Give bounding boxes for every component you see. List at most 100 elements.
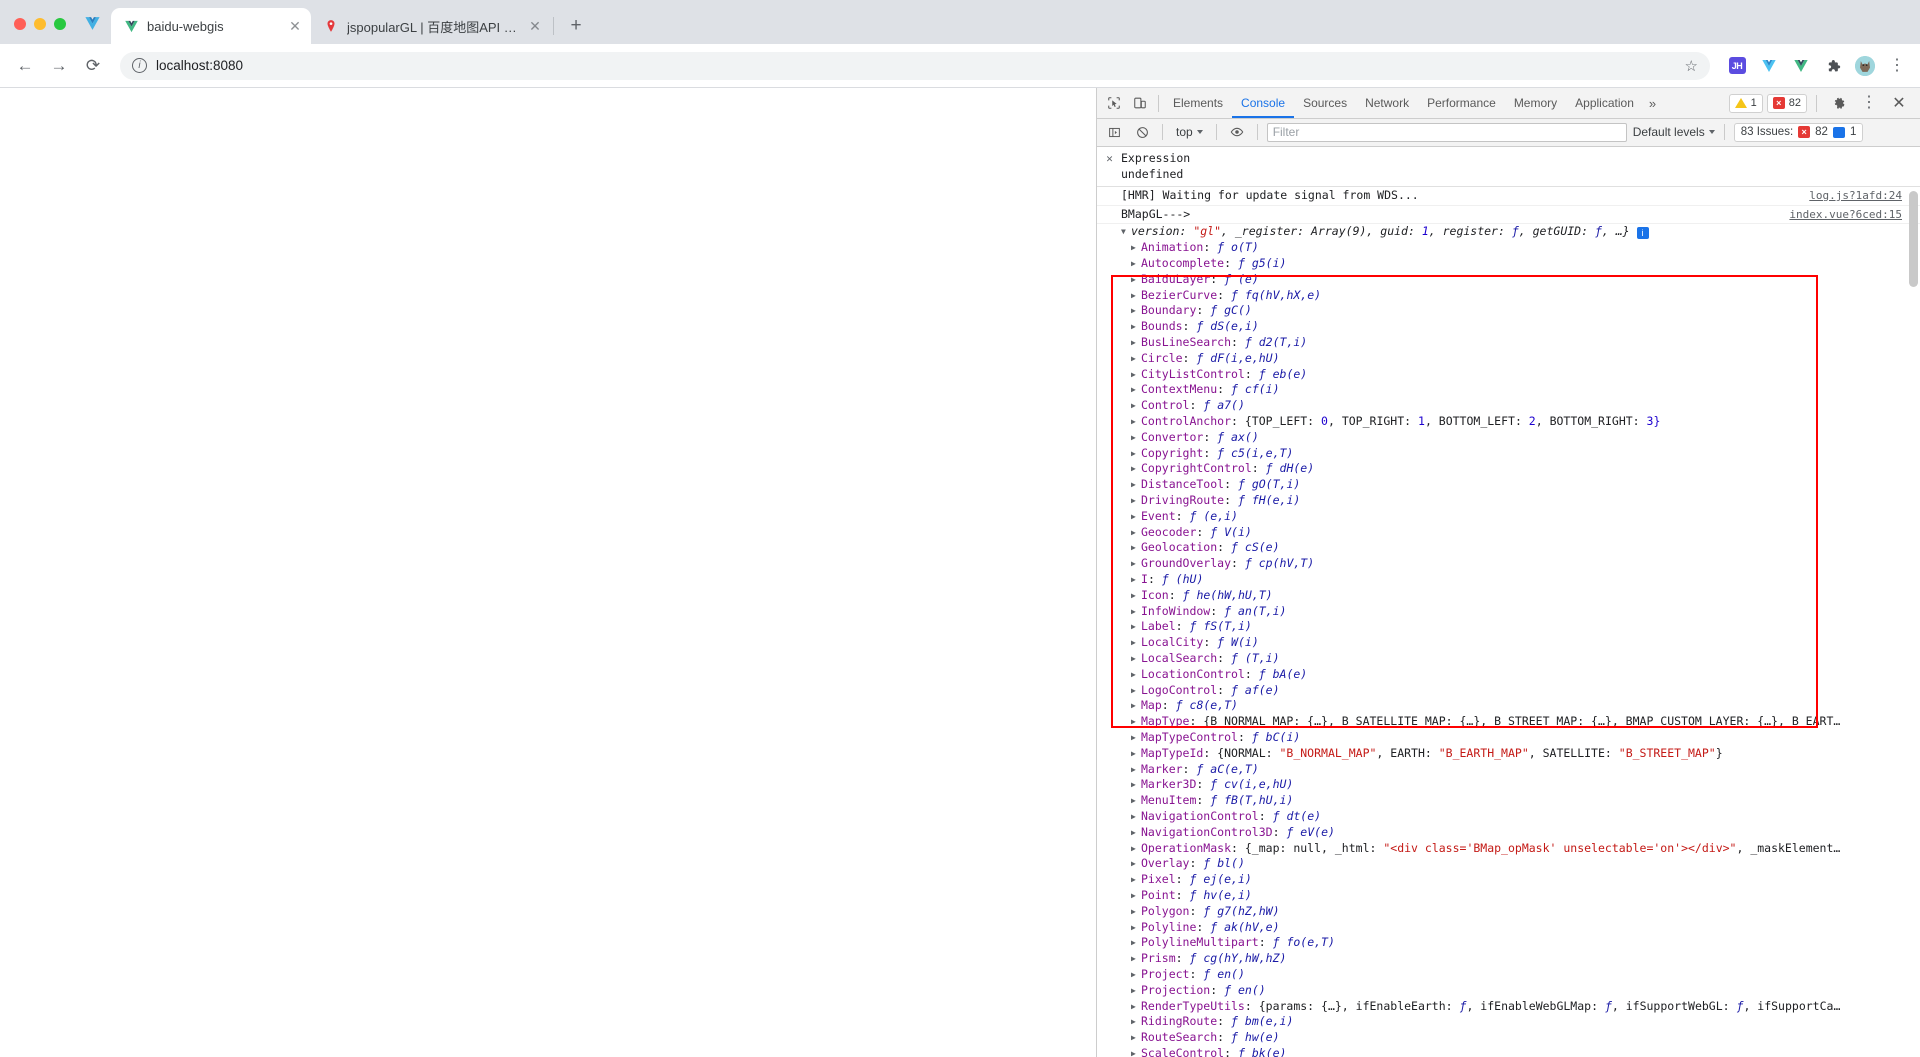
triangle-right-icon[interactable]: ▶: [1131, 793, 1141, 809]
filter-input[interactable]: Filter: [1266, 122, 1627, 142]
bookmark-star-icon[interactable]: ☆: [1685, 57, 1698, 75]
object-property-row[interactable]: ▶ LocationControl: ƒ bA(e): [1105, 667, 1920, 683]
browser-menu-button[interactable]: ⋮: [1884, 53, 1910, 79]
devtools-menu-icon[interactable]: ⋮: [1856, 90, 1882, 116]
tab-network[interactable]: Network: [1356, 88, 1418, 118]
object-property-row[interactable]: ▶ GroundOverlay: ƒ cp(hV,T): [1105, 556, 1920, 572]
gear-icon[interactable]: [1826, 90, 1852, 116]
object-property-row[interactable]: ▶ ScaleControl: ƒ bk(e): [1105, 1046, 1920, 1057]
triangle-right-icon[interactable]: ▶: [1131, 935, 1141, 951]
object-property-row[interactable]: ▶ Copyright: ƒ c5(i,e,T): [1105, 446, 1920, 462]
expanded-object-tree[interactable]: ▼ version: "gl", _register: Array(9), gui…: [1097, 224, 1920, 1057]
triangle-right-icon[interactable]: ▶: [1131, 999, 1141, 1015]
object-property-row[interactable]: ▶ LocalSearch: ƒ (T,i): [1105, 651, 1920, 667]
object-property-row[interactable]: ▶ LocalCity: ƒ W(i): [1105, 635, 1920, 651]
execution-context-selector[interactable]: top: [1172, 125, 1207, 139]
triangle-right-icon[interactable]: ▶: [1131, 477, 1141, 493]
object-property-row[interactable]: ▶ Point: ƒ hv(e,i): [1105, 888, 1920, 904]
site-info-icon[interactable]: i: [132, 58, 147, 73]
object-property-row[interactable]: ▶ LogoControl: ƒ af(e): [1105, 683, 1920, 699]
triangle-right-icon[interactable]: ▶: [1131, 635, 1141, 651]
triangle-right-icon[interactable]: ▶: [1131, 667, 1141, 683]
triangle-right-icon[interactable]: ▶: [1131, 288, 1141, 304]
forward-button[interactable]: →: [44, 51, 74, 81]
object-property-row[interactable]: ▶ Project: ƒ en(): [1105, 967, 1920, 983]
triangle-right-icon[interactable]: ▶: [1131, 683, 1141, 699]
tab-performance[interactable]: Performance: [1418, 88, 1505, 118]
object-property-row[interactable]: ▶ NavigationControl3D: ƒ eV(e): [1105, 825, 1920, 841]
tab-close-icon[interactable]: ✕: [527, 18, 543, 34]
object-property-row[interactable]: ▶ Polygon: ƒ g7(hZ,hW): [1105, 904, 1920, 920]
object-property-row[interactable]: ▶ Autocomplete: ƒ g5(i): [1105, 256, 1920, 272]
triangle-right-icon[interactable]: ▶: [1131, 967, 1141, 983]
triangle-right-icon[interactable]: ▶: [1131, 746, 1141, 762]
object-property-row[interactable]: ▶ NavigationControl: ƒ dt(e): [1105, 809, 1920, 825]
object-property-row[interactable]: ▶ Map: ƒ c8(e,T): [1105, 698, 1920, 714]
triangle-right-icon[interactable]: ▶: [1131, 398, 1141, 414]
object-property-row[interactable]: ▶ PolylineMultipart: ƒ fo(e,T): [1105, 935, 1920, 951]
puzzle-extensions-icon[interactable]: [1820, 53, 1846, 79]
triangle-right-icon[interactable]: ▶: [1131, 1046, 1141, 1057]
triangle-right-icon[interactable]: ▶: [1131, 446, 1141, 462]
object-header-row[interactable]: ▼ version: "gl", _register: Array(9), gui…: [1105, 224, 1920, 240]
object-property-row[interactable]: ▶ MapType: {B_NORMAL_MAP: {…}, B_SATELLIT…: [1105, 714, 1920, 730]
object-property-row[interactable]: ▶ RenderTypeUtils: {params: {…}, ifEnable…: [1105, 999, 1920, 1015]
maximize-window-button[interactable]: [54, 18, 66, 30]
object-property-row[interactable]: ▶ Overlay: ƒ bl(): [1105, 856, 1920, 872]
back-button[interactable]: ←: [10, 51, 40, 81]
object-property-row[interactable]: ▶ CityListControl: ƒ eb(e): [1105, 367, 1920, 383]
triangle-right-icon[interactable]: ▶: [1131, 951, 1141, 967]
minimize-window-button[interactable]: [34, 18, 46, 30]
triangle-right-icon[interactable]: ▶: [1131, 904, 1141, 920]
console-sidebar-toggle-icon[interactable]: [1103, 121, 1125, 143]
triangle-right-icon[interactable]: ▶: [1131, 540, 1141, 556]
triangle-right-icon[interactable]: ▶: [1131, 461, 1141, 477]
console-output[interactable]: [HMR] Waiting for update signal from WDS…: [1097, 186, 1920, 1057]
object-property-row[interactable]: ▶ Polyline: ƒ ak(hV,e): [1105, 920, 1920, 936]
object-property-row[interactable]: ▶ Geocoder: ƒ V(i): [1105, 525, 1920, 541]
object-property-row[interactable]: ▶ Event: ƒ (e,i): [1105, 509, 1920, 525]
object-property-row[interactable]: ▶ BaiduLayer: ƒ (e): [1105, 272, 1920, 288]
issues-badge[interactable]: 83 Issues: × 82 1: [1733, 122, 1864, 142]
object-property-row[interactable]: ▶ Label: ƒ fS(T,i): [1105, 619, 1920, 635]
inspect-element-icon[interactable]: [1101, 90, 1127, 116]
triangle-right-icon[interactable]: ▶: [1131, 651, 1141, 667]
object-property-row[interactable]: ▶ Projection: ƒ en(): [1105, 983, 1920, 999]
triangle-right-icon[interactable]: ▶: [1131, 841, 1141, 857]
jh-extension-icon[interactable]: JH: [1724, 53, 1750, 79]
toggle-device-toolbar-icon[interactable]: [1127, 90, 1153, 116]
console-scrollbar[interactable]: [1909, 190, 1918, 287]
warning-count-badge[interactable]: 1: [1728, 93, 1763, 113]
object-property-row[interactable]: ▶ Marker3D: ƒ cv(i,e,hU): [1105, 777, 1920, 793]
triangle-right-icon[interactable]: ▶: [1131, 509, 1141, 525]
object-property-row[interactable]: ▶ BusLineSearch: ƒ d2(T,i): [1105, 335, 1920, 351]
live-expression-row[interactable]: ✕ Expression: [1097, 150, 1920, 167]
triangle-right-icon[interactable]: ▶: [1131, 762, 1141, 778]
object-property-row[interactable]: ▶ Boundary: ƒ gC(): [1105, 303, 1920, 319]
triangle-right-icon[interactable]: ▶: [1131, 572, 1141, 588]
object-property-row[interactable]: ▶ Pixel: ƒ ej(e,i): [1105, 872, 1920, 888]
address-bar[interactable]: i localhost:8080 ☆: [120, 51, 1710, 80]
tab-sources[interactable]: Sources: [1294, 88, 1356, 118]
tab-memory[interactable]: Memory: [1505, 88, 1566, 118]
triangle-right-icon[interactable]: ▶: [1131, 240, 1141, 256]
triangle-right-icon[interactable]: ▶: [1131, 556, 1141, 572]
log-levels-selector[interactable]: Default levels: [1633, 125, 1715, 139]
triangle-right-icon[interactable]: ▶: [1131, 888, 1141, 904]
window-controls[interactable]: [10, 18, 78, 44]
triangle-right-icon[interactable]: ▶: [1131, 319, 1141, 335]
triangle-right-icon[interactable]: ▶: [1131, 714, 1141, 730]
live-expression-icon[interactable]: [1226, 121, 1248, 143]
info-badge-icon[interactable]: i: [1636, 227, 1649, 240]
triangle-right-icon[interactable]: ▶: [1131, 493, 1141, 509]
triangle-right-icon[interactable]: ▶: [1131, 272, 1141, 288]
object-property-row[interactable]: ▶ ControlAnchor: {TOP_LEFT: 0, TOP_RIGHT:…: [1105, 414, 1920, 430]
object-property-row[interactable]: ▶ MenuItem: ƒ fB(T,hU,i): [1105, 793, 1920, 809]
baidu-extension-icon[interactable]: [1756, 53, 1782, 79]
clear-console-icon[interactable]: [1131, 121, 1153, 143]
pinned-vue-tab-icon[interactable]: [78, 15, 111, 44]
triangle-right-icon[interactable]: ▶: [1131, 430, 1141, 446]
tab-jspopulargl[interactable]: jspopularGL | 百度地图API SDK ✕: [311, 8, 551, 44]
reload-button[interactable]: ⟳: [78, 51, 108, 81]
triangle-down-icon[interactable]: ▼: [1121, 224, 1131, 240]
